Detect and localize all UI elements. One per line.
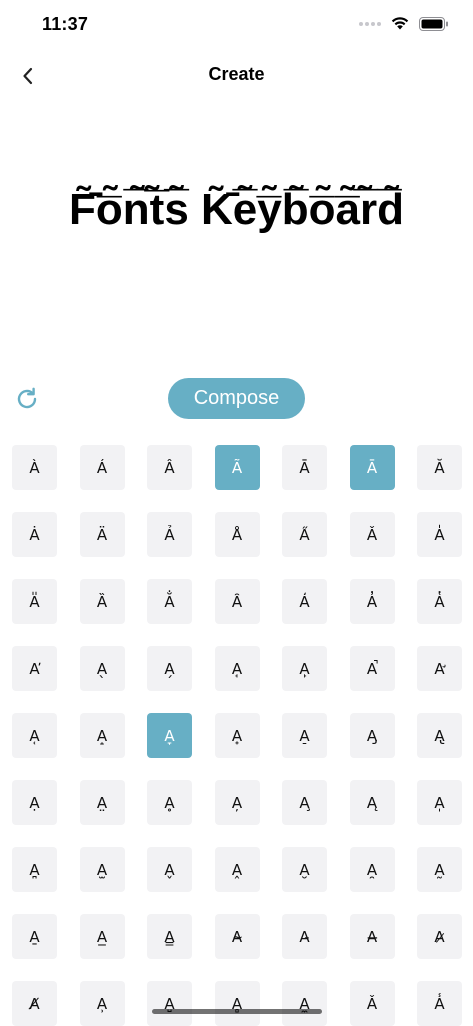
char-cell[interactable]: A̧: [282, 780, 327, 825]
char-cell[interactable]: A̱: [12, 914, 57, 959]
char-cell[interactable]: A̸: [12, 981, 57, 1026]
char-cell[interactable]: A̪: [12, 847, 57, 892]
status-bar: 11:37: [0, 0, 473, 50]
char-cell[interactable]: A̼: [282, 981, 327, 1026]
char-cell[interactable]: A̟: [214, 713, 260, 758]
char-cell[interactable]: A̷: [417, 914, 462, 959]
char-cell[interactable]: Ă: [417, 445, 462, 490]
character-grid: À Á Â Ã Ā Ā Ă Ȧ Ä Ả Å A̋ Ǎ A̍ A̎ Ȁ A̐ Ȃ A̒ A̓ A̔ A̕ A̖ A̗ A̘ A̙ A̚…: [12, 445, 462, 1026]
char-cell[interactable]: A̴: [214, 914, 260, 959]
char-cell[interactable]: A̝: [79, 713, 125, 758]
char-cell[interactable]: A̮: [282, 847, 327, 892]
char-cell[interactable]: A̻: [214, 981, 260, 1026]
char-cell[interactable]: Ạ: [12, 780, 57, 825]
char-cell[interactable]: A̬: [147, 847, 192, 892]
status-indicators: [359, 16, 449, 31]
char-cell[interactable]: A̍: [417, 512, 462, 557]
char-cell[interactable]: A̕: [12, 646, 57, 691]
char-cell[interactable]: A̚: [349, 646, 395, 691]
char-cell[interactable]: A̙: [282, 646, 327, 691]
page-title: Create: [208, 64, 265, 84]
char-cell[interactable]: A̠: [282, 713, 327, 758]
char-cell[interactable]: A̓: [349, 579, 395, 624]
char-cell[interactable]: A̲: [79, 914, 125, 959]
char-cell[interactable]: A̐: [147, 579, 192, 624]
navigation-bar: Create: [0, 50, 473, 100]
refresh-icon: [17, 387, 37, 409]
compose-button[interactable]: Compose: [168, 378, 305, 419]
char-cell[interactable]: Ą: [349, 780, 395, 825]
char-cell[interactable]: A̺: [147, 981, 192, 1026]
cellular-signal-icon: [359, 21, 381, 26]
status-time: 11:37: [42, 14, 89, 34]
char-cell[interactable]: A̫: [79, 847, 125, 892]
char-cell[interactable]: Ả: [147, 512, 192, 557]
char-cell[interactable]: Ȁ: [79, 579, 125, 624]
char-cell[interactable]: Ȃ: [214, 579, 260, 624]
char-cell[interactable]: A̜: [12, 713, 57, 758]
char-cell[interactable]: Ā: [349, 445, 395, 490]
char-cell[interactable]: Ḁ: [147, 780, 192, 825]
char-cell[interactable]: Ä: [79, 512, 125, 557]
char-cell[interactable]: Ā: [282, 445, 327, 490]
battery-icon: [419, 16, 448, 31]
char-cell[interactable]: A̛: [417, 646, 462, 691]
char-cell[interactable]: Â: [147, 445, 192, 490]
char-cell[interactable]: Ȧ: [12, 512, 57, 557]
char-cell[interactable]: Á: [79, 445, 125, 490]
char-cell[interactable]: A̎: [12, 579, 57, 624]
char-cell[interactable]: A̖: [79, 646, 125, 691]
font-preview-text: F̃̄o̅̃n̅̃t̅̃s̅̃ K̃̄e̅̃y̅̃b̅̃o̅̃a̅̃r̅̃d̅̃: [69, 185, 404, 234]
char-cell[interactable]: A̗: [147, 646, 192, 691]
refresh-button[interactable]: [12, 384, 42, 414]
char-cell[interactable]: A̯: [349, 847, 395, 892]
char-cell[interactable]: A̤: [79, 780, 125, 825]
char-cell[interactable]: Ǎ: [349, 981, 395, 1026]
char-cell[interactable]: A̘: [214, 646, 260, 691]
wifi-icon: [391, 17, 409, 30]
char-cell[interactable]: A̞: [147, 713, 192, 758]
char-cell[interactable]: A̦: [214, 780, 260, 825]
home-indicator: [152, 1009, 322, 1014]
char-cell[interactable]: A̒: [282, 579, 327, 624]
char-cell[interactable]: A̢: [417, 713, 462, 758]
char-cell[interactable]: Ã: [214, 445, 260, 490]
char-cell[interactable]: A̾: [417, 981, 462, 1026]
char-cell[interactable]: Ǎ: [349, 512, 395, 557]
char-cell[interactable]: A̳: [147, 914, 192, 959]
char-cell[interactable]: A̔: [417, 579, 462, 624]
char-cell[interactable]: A̵: [282, 914, 327, 959]
char-cell[interactable]: Å: [214, 512, 260, 557]
char-cell[interactable]: À: [12, 445, 57, 490]
char-cell[interactable]: A̋: [282, 512, 327, 557]
char-cell[interactable]: A̩: [417, 780, 462, 825]
char-cell[interactable]: A̶: [349, 914, 395, 959]
char-cell[interactable]: A̭: [214, 847, 260, 892]
char-cell[interactable]: A̹: [79, 981, 125, 1026]
char-cell[interactable]: A̰: [417, 847, 462, 892]
char-cell[interactable]: A̡: [349, 713, 395, 758]
